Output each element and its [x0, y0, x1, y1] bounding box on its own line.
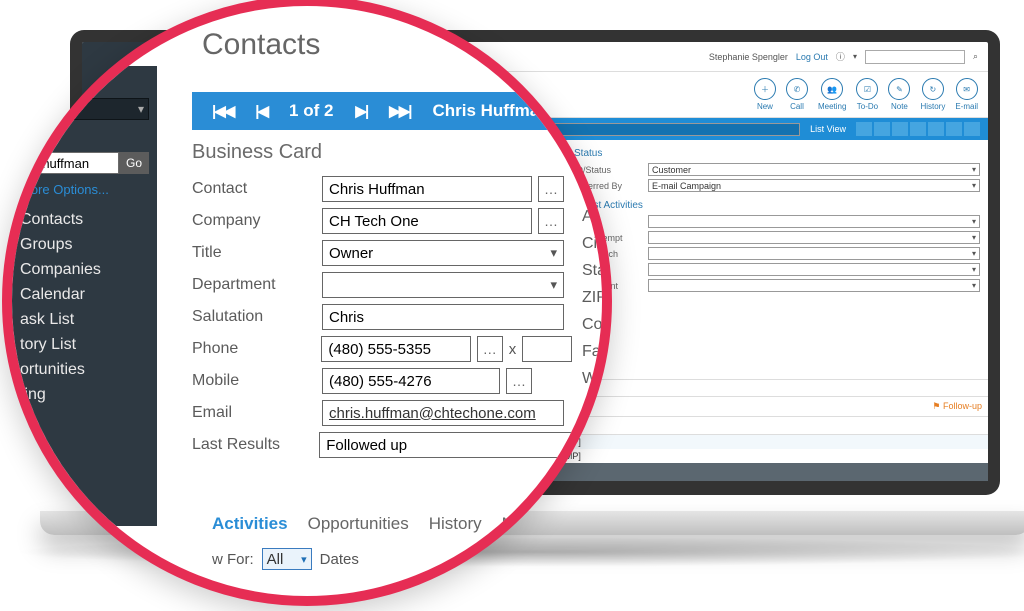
contact-input[interactable]: Chris Huffman	[322, 176, 532, 202]
sidebar-nav: Contacts Groups Companies Calendar ask L…	[20, 211, 149, 429]
showfor-select[interactable]: All▾	[262, 548, 312, 570]
sidebar-panel: d: ▾ ains: Go More Options... Contacts G…	[12, 66, 157, 526]
mobile-lookup-button[interactable]: …	[506, 368, 532, 394]
last-icon[interactable]: ▶▶|	[389, 102, 410, 120]
record-pager: |◀◀ |◀ 1 of 2 ▶| ▶▶| Chris Huffman	[192, 92, 602, 130]
business-card-form: Business Card Contact Chris Huffman … Co…	[192, 141, 572, 464]
pager-contact-name: Chris Huffman	[432, 101, 549, 121]
activity-select[interactable]: ▾	[648, 279, 980, 292]
activity-select[interactable]: ▾	[648, 263, 980, 276]
logout-link[interactable]: Log Out	[796, 52, 828, 62]
detail-bottom-tabs: Activities Opportunities History Notes D	[212, 514, 578, 534]
tab-activities[interactable]: Activities	[212, 514, 288, 534]
toolbar-icon[interactable]	[946, 122, 962, 136]
toolbar-icon[interactable]	[928, 122, 944, 136]
magnifier-overlay: Contacts d: ▾ ains: Go More Options... C…	[2, 0, 612, 606]
nav-opportunities[interactable]: ortunities	[20, 361, 149, 379]
tab-notes[interactable]: Notes	[502, 514, 546, 534]
nav-groups[interactable]: Groups	[20, 236, 149, 254]
chevron-down-icon[interactable]: ▾	[853, 52, 857, 61]
title-select[interactable]: Owner▾	[322, 240, 564, 266]
showfor-label: w For:	[212, 551, 254, 568]
salutation-input[interactable]: Chris	[322, 304, 564, 330]
email-button[interactable]: ✉E-mail	[955, 78, 978, 111]
status-col: Status ID/StatusCustomer▾ Referred ByE-m…	[574, 148, 980, 371]
activity-select[interactable]: ▾	[648, 215, 980, 228]
call-button[interactable]: ✆Call	[786, 78, 808, 111]
search-input[interactable]	[20, 152, 119, 174]
meeting-button[interactable]: 👥Meeting	[818, 78, 846, 111]
tab-more[interactable]: D	[566, 514, 578, 534]
field-select[interactable]: ▾	[20, 98, 149, 120]
bottom-filter-row: w For: All▾ Dates	[212, 548, 359, 570]
title-label: Title	[192, 244, 322, 262]
department-label: Department	[192, 276, 322, 294]
nav-historylist[interactable]: tory List	[20, 336, 149, 354]
idstatus-select[interactable]: Customer▾	[648, 163, 980, 176]
prev-icon[interactable]: |◀	[255, 102, 267, 120]
company-lookup-button[interactable]: …	[538, 208, 564, 234]
company-label: Company	[192, 212, 322, 230]
lastresults-input[interactable]: Followed up	[319, 432, 572, 458]
pager-position: 1 of 2	[289, 101, 333, 121]
nav-calendar[interactable]: Calendar	[20, 286, 149, 304]
state-label: State	[582, 262, 612, 280]
search-icon[interactable]: ⌕	[973, 51, 978, 62]
tab-history[interactable]: History	[429, 514, 482, 534]
ext-label: x	[509, 341, 517, 358]
toolbar-icon[interactable]	[856, 122, 872, 136]
go-button[interactable]: Go	[119, 152, 149, 174]
email-input[interactable]: chris.huffman@chtechone.com	[322, 400, 564, 426]
more-options-link[interactable]: More Options...	[20, 182, 149, 197]
company-input[interactable]: CH Tech One	[322, 208, 532, 234]
phone-label: Phone	[192, 340, 321, 358]
mobile-input[interactable]: (480) 555-4276	[322, 368, 500, 394]
next-icon[interactable]: ▶|	[355, 102, 367, 120]
nav-companies[interactable]: Companies	[20, 261, 149, 279]
nav-tasklist[interactable]: ask List	[20, 311, 149, 329]
list-view-tab[interactable]: List View	[802, 122, 854, 136]
mobile-label: Mobile	[192, 372, 322, 390]
phone-input[interactable]: (480) 555-5355	[321, 336, 470, 362]
dates-label: Dates	[320, 551, 359, 568]
nav-contacts[interactable]: Contacts	[20, 211, 149, 229]
history-button[interactable]: ↻History	[920, 78, 945, 111]
follow-up-flag[interactable]: ⚑ Follow-up	[932, 401, 982, 412]
latest-activities-heading: Latest Activities	[574, 200, 980, 211]
first-icon[interactable]: |◀◀	[212, 102, 233, 120]
phone-ext-input[interactable]	[522, 336, 572, 362]
business-card-title: Business Card	[192, 141, 572, 164]
department-select[interactable]: ▾	[322, 272, 564, 298]
zip-label: ZIP	[582, 289, 612, 307]
todo-button[interactable]: ☑To-Do	[856, 78, 878, 111]
nav-item[interactable]: ct	[20, 411, 149, 429]
nav-item[interactable]: ting	[20, 386, 149, 404]
activity-select[interactable]: ▾	[648, 247, 980, 260]
toolbar-icon[interactable]	[892, 122, 908, 136]
referred-select[interactable]: E-mail Campaign▾	[648, 179, 980, 192]
status-heading: Status	[574, 148, 980, 159]
email-label: Email	[192, 404, 322, 422]
country-label: Country	[582, 316, 612, 334]
salutation-label: Salutation	[192, 308, 322, 326]
contact-lookup-button[interactable]: …	[538, 176, 564, 202]
contains-label: ains:	[20, 130, 149, 146]
activity-select[interactable]: ▾	[648, 231, 980, 244]
help-icon[interactable]: ⓘ	[836, 50, 845, 63]
toolbar-icon[interactable]	[964, 122, 980, 136]
toolbar-icon[interactable]	[874, 122, 890, 136]
current-user: Stephanie Spengler	[709, 52, 788, 62]
new-button[interactable]: ＋New	[754, 78, 776, 111]
global-search-input[interactable]	[865, 50, 965, 64]
lastresults-label: Last Results	[192, 436, 319, 454]
page-title: Contacts	[202, 28, 320, 62]
toolbar-icon[interactable]	[910, 122, 926, 136]
tab-opportunities[interactable]: Opportunities	[308, 514, 409, 534]
contact-label: Contact	[192, 180, 322, 198]
field-label: d:	[20, 76, 149, 92]
phone-lookup-button[interactable]: …	[477, 336, 503, 362]
note-button[interactable]: ✎Note	[888, 78, 910, 111]
